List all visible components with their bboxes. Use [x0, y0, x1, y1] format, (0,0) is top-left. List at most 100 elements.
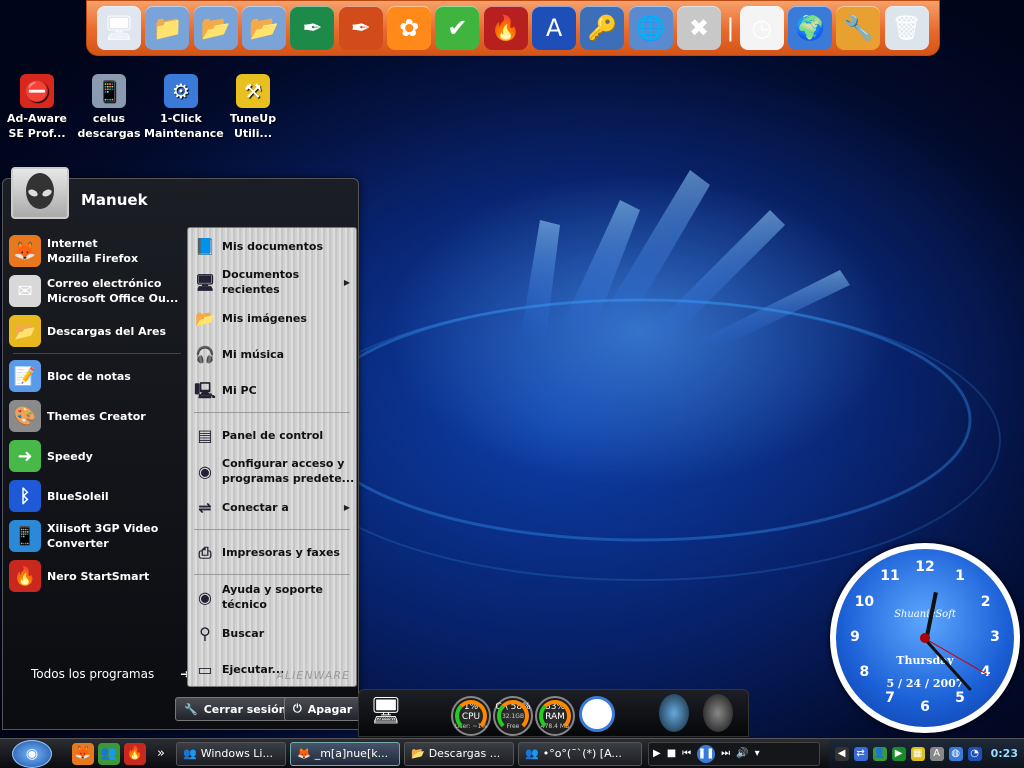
nero-flame-icon[interactable]: 🔥 [483, 6, 528, 50]
pinned-ares-icon: 📂 [9, 315, 41, 347]
right-control-panel[interactable]: ▤ Panel de control [188, 417, 356, 453]
right-configure-access[interactable]: ◉ Configurar acceso y programas predete... [188, 453, 356, 489]
task-downloads[interactable]: 📂 Descargas ... [404, 741, 514, 766]
logoff-label: Cerrar sesión [203, 702, 287, 716]
pinned-email[interactable]: ✉ Correo electrónico Microsoft Office Ou..… [9, 271, 185, 311]
clock-icon[interactable]: ◷ [739, 6, 784, 50]
globe-icon[interactable]: 🌍 [788, 6, 833, 50]
wifi-tray-icon[interactable]: ◔ [967, 746, 982, 761]
alien-dark-icon[interactable] [703, 694, 733, 732]
clock-number: 7 [885, 689, 895, 706]
volume-icon[interactable]: 🔊 [736, 748, 748, 759]
messenger-tray-icon[interactable]: 👤 [872, 746, 887, 761]
shutdown-button[interactable]: ⏻ Apagar [284, 697, 362, 721]
network-icon[interactable]: 🌐 [628, 6, 673, 50]
task-firefox[interactable]: 🦊 _m[a]nue[k... [290, 741, 400, 766]
right-my-documents[interactable]: 📘 Mis documentos [188, 228, 356, 264]
media-player-controls: ▶ ■ ⏮ ❚❚ ⏭ 🔊 ▾ [648, 741, 820, 766]
flag-tray-icon[interactable]: ▶ [891, 746, 906, 761]
user-name: Manuek [81, 191, 148, 209]
menu-item-label: Conectar a [222, 500, 289, 514]
task-windows-live[interactable]: 👥 Windows Li... [176, 741, 286, 766]
ares-icon[interactable]: A [532, 6, 577, 50]
recent-notepad[interactable]: 📝 Bloc de notas [9, 356, 185, 396]
nero-icon[interactable]: 🔥 [124, 742, 146, 765]
stop-icon[interactable]: ■ [667, 748, 676, 759]
computer-icon[interactable]: 🖥 [367, 696, 405, 732]
desktop-icon-oneclick[interactable]: ⚙ 1-Click Maintenance [144, 74, 224, 141]
notepad-doc-icon[interactable]: 🖥 [97, 6, 142, 50]
wrench-hammer-icon[interactable]: 🔧 [836, 6, 881, 50]
recent-nero[interactable]: 🔥 Nero StartSmart [9, 556, 185, 596]
task-messenger[interactable]: 👥 •°o°(¯`(*) [A... [518, 741, 642, 766]
right-printers[interactable]: ⎙ Impresoras y faxes [188, 534, 356, 570]
desktop-icon-celus[interactable]: 📱 celus descargas [72, 74, 146, 141]
network-tray-icon[interactable]: ⇄ [853, 746, 868, 761]
alien-blue-icon[interactable] [659, 694, 689, 732]
all-programs-label: Todos los programas [31, 667, 155, 681]
start-button[interactable]: ◉ [12, 739, 52, 768]
pinned-ares[interactable]: 📂 Descargas del Ares [9, 311, 185, 351]
folder-pictures-icon[interactable]: 📂 [193, 6, 238, 50]
disk-gauge[interactable]: C:\ 58% 32.1GB Free [493, 696, 533, 736]
feather-icon[interactable]: ✒ [290, 6, 335, 50]
menu-item-text: BlueSoleil [47, 489, 109, 504]
ram-gauge[interactable]: 83% RAM 478.4 MB [535, 696, 575, 736]
recent-themes-icon: 🎨 [9, 400, 41, 432]
clock-number: 3 [990, 629, 1000, 645]
messenger-icon[interactable]: 👥 [98, 742, 120, 765]
menu-item-text: Nero StartSmart [47, 569, 149, 584]
right-connect-to[interactable]: ⇌ Conectar a ▶ [188, 489, 356, 525]
cpu-gauge[interactable]: 1% CPU User: ~1% [451, 696, 491, 736]
folder-icon[interactable]: 📁 [145, 6, 190, 50]
menu-item-text: Mi música [222, 347, 284, 362]
clock-gadget-icon[interactable] [579, 696, 615, 732]
globe-tray-icon[interactable]: ◍ [948, 746, 963, 761]
play-icon[interactable]: ▶ [653, 748, 661, 759]
recent-themes[interactable]: 🎨 Themes Creator [9, 396, 185, 436]
recycle-bin-icon[interactable]: 🗑 [884, 6, 929, 50]
flower-icon[interactable]: ✿ [387, 6, 432, 50]
feather-red-icon[interactable]: ✒ [338, 6, 383, 50]
logoff-button[interactable]: 🔧 Cerrar sesión [175, 697, 296, 721]
next-icon[interactable]: ⏭ [721, 748, 730, 759]
right-recent-docs[interactable]: 🖥 Documentos recientes ▶ [188, 264, 356, 300]
recent-speedy[interactable]: ➜ Speedy [9, 436, 185, 476]
desktop-icon-tuneup[interactable]: ⚒ TuneUp Utili... [216, 74, 290, 141]
desktop-icon-adaware[interactable]: ⛔ Ad-Aware SE Prof... [0, 74, 74, 141]
tools-icon[interactable]: ✖ [677, 6, 722, 50]
firefox-icon[interactable]: 🦊 [72, 742, 94, 765]
right-my-pc[interactable]: 🖳 Mi PC [188, 372, 356, 408]
right-my-pictures[interactable]: 📂 Mis imágenes [188, 300, 356, 336]
chevron-down-icon[interactable]: ▾ [755, 748, 760, 759]
right-help[interactable]: ◉ Ayuda y soporte técnico [188, 579, 356, 615]
ares-tray-icon[interactable]: A [929, 746, 944, 761]
pause-icon[interactable]: ❚❚ [697, 744, 716, 763]
clock-number: 11 [880, 568, 900, 585]
collapse-tray-icon[interactable]: ◀ [834, 746, 849, 761]
recent-bluesoleil[interactable]: ᛒ BlueSoleil [9, 476, 185, 516]
menu-item-text: Impresoras y faxes [222, 545, 340, 560]
green-check-icon[interactable]: ✔ [435, 6, 480, 50]
right-my-music[interactable]: 🎧 Mi música [188, 336, 356, 372]
folder-music-icon[interactable]: 📂 [242, 6, 287, 50]
analog-clock-widget[interactable]: ShuanieSoft Thursday 5 / 24 / 2007 12 1 2 3… [830, 543, 1020, 733]
menu-item-label: Xilisoft 3GP Video [47, 522, 159, 535]
all-programs-button[interactable]: Todos los programas ➜ [31, 667, 190, 681]
recent-xilisoft[interactable]: 📱 Xilisoft 3GP Video Converter [9, 516, 185, 556]
system-tray: ◀ ⇄ 👤 ▶ ▦ A ◍ ◔ 0:23 [828, 738, 1024, 768]
clock-number: 9 [850, 629, 860, 645]
right-search[interactable]: ⚲ Buscar [188, 615, 356, 651]
power-icon: ⏻ [293, 702, 302, 715]
pinned-internet[interactable]: 🦊 Internet Mozilla Firefox [9, 231, 185, 271]
clock-brand: ShuanieSoft [894, 609, 956, 620]
taskbar-clock[interactable]: 0:23 [991, 747, 1018, 760]
keys-icon[interactable]: 🔑 [580, 6, 625, 50]
clock-number: 5 [955, 689, 965, 706]
previous-icon[interactable]: ⏮ [682, 748, 691, 759]
chevron-double-right-icon[interactable]: » [150, 743, 172, 765]
user-picture[interactable] [11, 167, 69, 219]
chart-tray-icon[interactable]: ▦ [910, 746, 925, 761]
menu-item-text: Mis imágenes [222, 311, 307, 326]
separator-icon[interactable]: | [725, 6, 735, 50]
